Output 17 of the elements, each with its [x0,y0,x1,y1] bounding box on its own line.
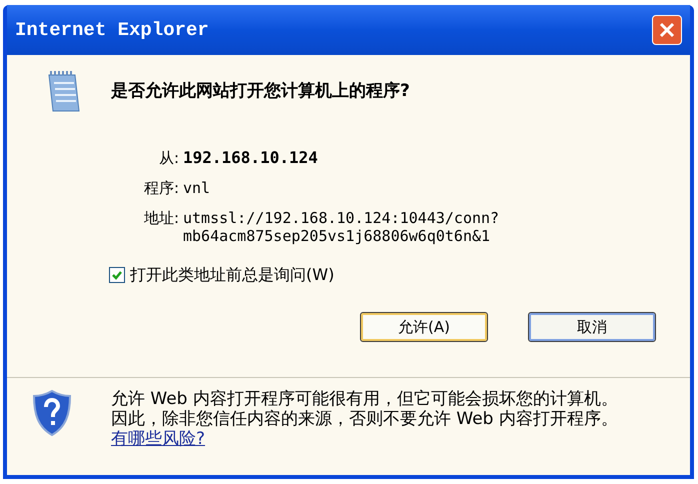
checkbox[interactable] [109,267,125,283]
field-value: 192.168.10.124 [183,149,318,167]
field-value: utmssl://192.168.10.124:10443/conn?mb64acm875sep205vs1j68806w6q0t6n&1 [183,209,500,245]
dialog-button[interactable]: 允许(A) [360,312,488,342]
field-value: vnl [183,179,212,197]
checkbox-label[interactable]: 打开此类地址前总是询问(W) [130,263,334,287]
field-label: 地址: [142,209,180,227]
shield-help-icon [31,389,73,437]
close-button[interactable] [652,15,682,45]
dialog-button[interactable]: 取消 [528,312,656,342]
field-label: 从: [158,149,180,167]
question-heading: 是否允许此网站打开您计算机上的程序? [111,80,410,103]
window-title: Internet Explorer [15,18,209,43]
warning-text: 允许 Web 内容打开程序可能很有用，但它可能会损坏您的计算机。因此，除非您信任内容的来源，否则不要允许 Web 内容打开程序。 有哪些风险? [111,389,619,449]
risks-link[interactable]: 有哪些风险? [111,429,206,449]
field-label: 程序: [142,179,180,197]
close-icon [658,21,676,39]
